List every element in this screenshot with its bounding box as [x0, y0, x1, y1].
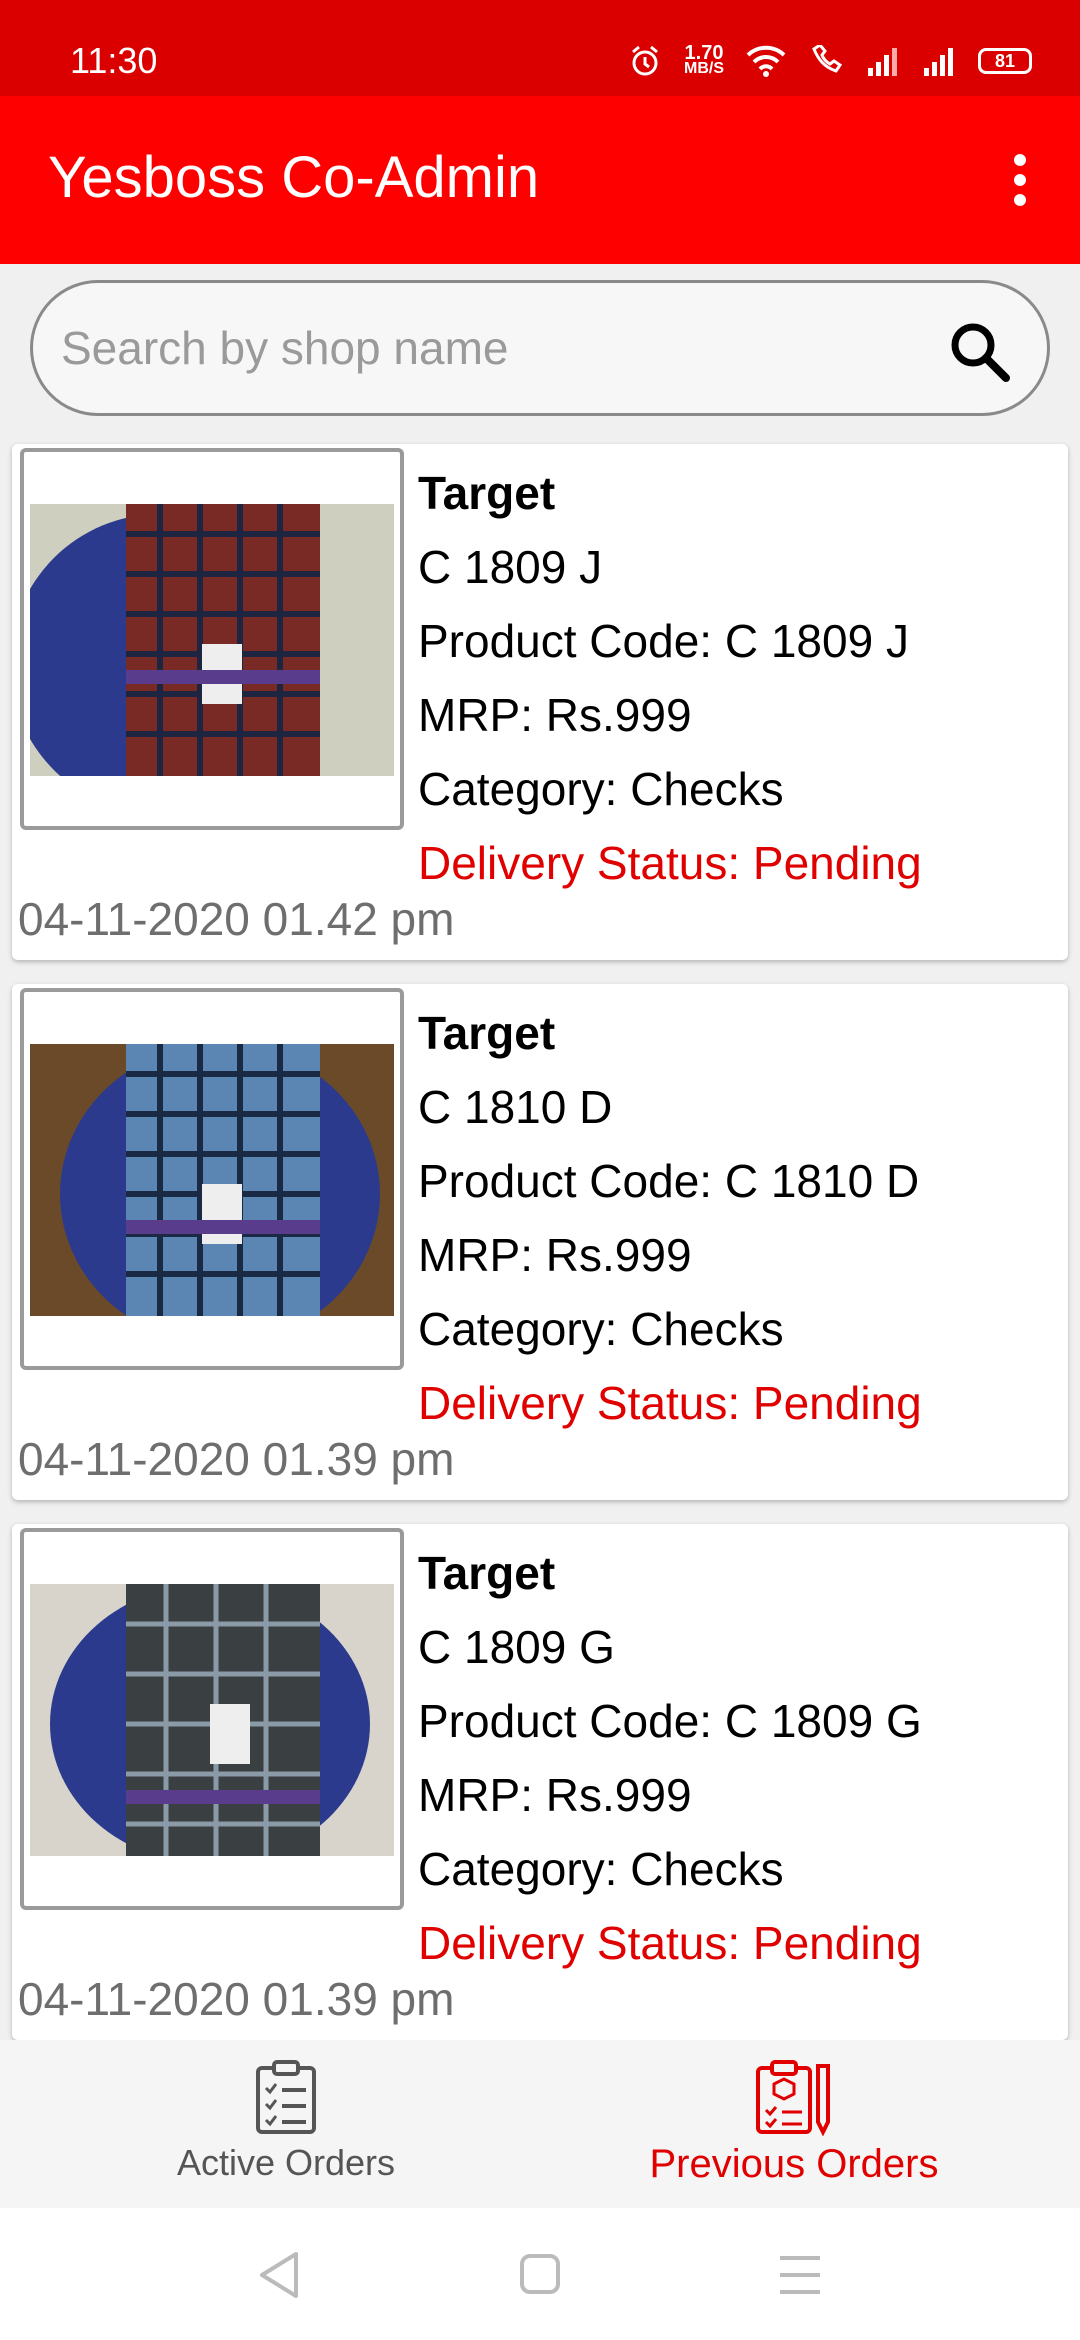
order-info: Target C 1810 D Product Code: C 1810 D M… — [418, 996, 922, 1440]
order-card[interactable]: Target C 1810 D Product Code: C 1810 D M… — [12, 984, 1068, 1500]
tab-active-orders[interactable]: Active Orders — [16, 2060, 556, 2200]
search-icon[interactable] — [947, 319, 1011, 383]
status-icons: 1.70 MB/S 81 — [628, 42, 1032, 78]
mrp: MRP: Rs.999 — [418, 689, 692, 741]
order-list: Target C 1809 J Product Code: C 1809 J M… — [0, 440, 1080, 2040]
product-code: Product Code: C 1809 G — [418, 1695, 922, 1747]
tab-previous-orders-label: Previous Orders — [649, 2142, 939, 2186]
delivery-status: Delivery Status: Pending — [418, 1917, 922, 1969]
category: Category: Checks — [418, 1303, 784, 1355]
product-name: C 1809 G — [418, 1621, 615, 1673]
clipboard-list-icon — [256, 2060, 316, 2134]
back-icon[interactable] — [250, 2248, 310, 2302]
network-speed: 1.70 MB/S — [684, 42, 724, 77]
signal-1-icon — [868, 48, 897, 76]
order-card[interactable]: Target C 1809 G Product Code: C 1809 G M… — [12, 1524, 1068, 2040]
delivery-status: Delivery Status: Pending — [418, 1377, 922, 1429]
product-code: Product Code: C 1809 J — [418, 615, 909, 667]
status-bar: 11:30 1.70 MB/S 81 — [0, 0, 1080, 96]
system-nav-bar — [0, 2208, 1080, 2340]
wifi-icon — [746, 45, 786, 77]
more-options-icon[interactable] — [1000, 150, 1040, 210]
home-icon[interactable] — [510, 2248, 570, 2302]
order-info: Target C 1809 G Product Code: C 1809 G M… — [418, 1536, 922, 1980]
order-card[interactable]: Target C 1809 J Product Code: C 1809 J M… — [12, 444, 1068, 960]
mrp: MRP: Rs.999 — [418, 1229, 692, 1281]
battery-icon: 81 — [978, 48, 1032, 74]
recents-icon[interactable] — [770, 2248, 830, 2302]
mrp: MRP: Rs.999 — [418, 1769, 692, 1821]
volte-call-icon — [812, 45, 843, 73]
order-info: Target C 1809 J Product Code: C 1809 J M… — [418, 456, 922, 900]
category: Category: Checks — [418, 763, 784, 815]
status-time: 11:30 — [70, 40, 158, 81]
order-date: 04-11-2020 01.42 pm — [18, 893, 455, 945]
app-title: Yesboss Co-Admin — [48, 145, 540, 210]
app-bar: Yesboss Co-Admin — [0, 96, 1080, 264]
product-name: C 1810 D — [418, 1081, 613, 1133]
order-date: 04-11-2020 01.39 pm — [18, 1433, 455, 1485]
product-image — [20, 1528, 404, 1910]
shop-name: Target — [418, 1007, 556, 1059]
product-code: Product Code: C 1810 D — [418, 1155, 920, 1207]
delivery-status: Delivery Status: Pending — [418, 837, 922, 889]
shop-name: Target — [418, 1547, 556, 1599]
tab-active-orders-label: Active Orders — [176, 2142, 396, 2183]
product-image — [20, 988, 404, 1370]
tab-previous-orders[interactable]: Previous Orders — [524, 2060, 1064, 2200]
order-date: 04-11-2020 01.39 pm — [18, 1973, 455, 2025]
alarm-icon — [632, 45, 658, 76]
product-name: C 1809 J — [418, 541, 603, 593]
search-bar — [30, 280, 1050, 416]
product-image — [20, 448, 404, 830]
shop-name: Target — [418, 467, 556, 519]
category: Category: Checks — [418, 1843, 784, 1895]
bottom-nav: Active Orders Previous Orders — [0, 2040, 1080, 2208]
clipboard-pencil-icon — [756, 2060, 830, 2136]
search-input[interactable] — [61, 313, 941, 383]
signal-2-icon — [924, 48, 953, 76]
